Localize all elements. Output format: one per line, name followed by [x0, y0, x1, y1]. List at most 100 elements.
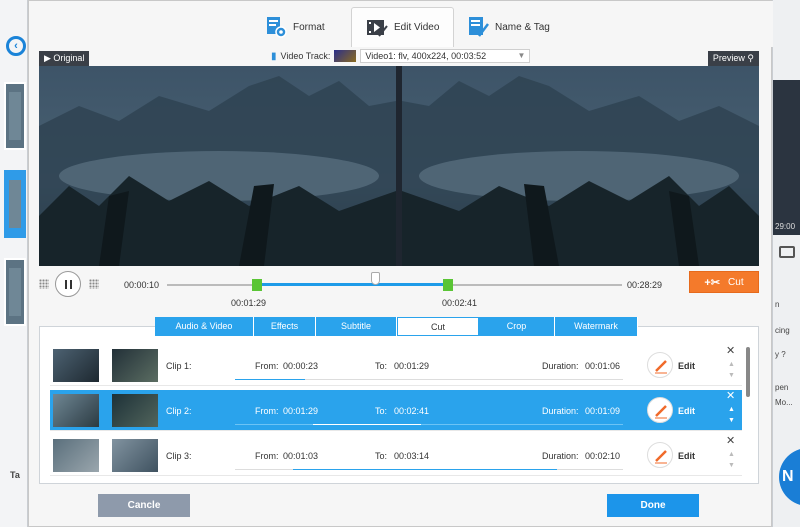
tab-format[interactable]: Format: [251, 7, 339, 47]
clip-progress-fill: [293, 469, 558, 470]
clip-edit-button[interactable]: [647, 397, 673, 423]
clip-list-scrollbar[interactable]: [746, 347, 750, 397]
clip-to-value: 00:01:29: [394, 361, 430, 371]
tab-format-label: Format: [293, 21, 325, 33]
tab-watermark[interactable]: Watermark: [555, 317, 638, 336]
clip-remove-icon[interactable]: ✕: [726, 434, 735, 447]
tab-cut[interactable]: Cut: [397, 317, 479, 336]
clip-edit-label[interactable]: Edit: [678, 451, 695, 461]
done-button[interactable]: Done: [607, 494, 699, 517]
clip-duration-label: Duration:: [542, 451, 579, 461]
original-video-frame: [39, 66, 396, 266]
clip-row-2[interactable]: Clip 2: From: 00:01:29 To: 00:02:41 Dura…: [50, 390, 742, 431]
background-text: y ?: [775, 350, 786, 359]
background-sidebar: ‹ Ta: [0, 0, 28, 527]
clip-progress-fill: [312, 424, 422, 425]
playhead[interactable]: [371, 272, 380, 285]
original-label: Original: [53, 53, 85, 63]
clip-thumbnail-end: [112, 439, 158, 472]
end-marker-time: 00:02:41: [442, 298, 478, 308]
chevron-down-icon: ▼: [517, 51, 526, 60]
clip-to-value: 00:03:14: [394, 451, 430, 461]
tab-crop[interactable]: Crop: [479, 317, 555, 336]
clip-duration-value: 00:02:10: [585, 451, 621, 461]
move-up-icon[interactable]: ▲: [728, 406, 735, 413]
clip-edit-button[interactable]: [647, 442, 673, 468]
clip-row-3[interactable]: Clip 3: From: 00:01:03 To: 00:03:14 Dura…: [50, 435, 742, 476]
background-video: [773, 80, 800, 235]
clip-list: Clip 1: From: 00:00:23 To: 00:01:29 Dura…: [39, 326, 759, 484]
move-up-icon[interactable]: ▲: [728, 451, 735, 458]
preview-video-pane: [402, 66, 759, 266]
background-thumbnail[interactable]: [4, 258, 26, 326]
clip-from-label: From:: [255, 361, 279, 371]
pause-icon: [65, 280, 67, 289]
background-text: pen: [775, 383, 789, 392]
background-convert-button[interactable]: N: [779, 448, 800, 506]
clip-to-label: To:: [375, 406, 388, 416]
background-text: Mo...: [775, 398, 793, 407]
background-right-panel: 29:00 n cing y ? pen Mo... N: [772, 0, 800, 527]
end-handle[interactable]: [443, 279, 453, 291]
grip-icon: [39, 279, 49, 289]
clip-edit-button[interactable]: [647, 352, 673, 378]
video-track-label: Video Track:: [280, 51, 331, 61]
pencil-icon: [655, 360, 667, 374]
move-down-icon[interactable]: ▼: [728, 372, 735, 379]
clip-name: Clip 1:: [166, 361, 192, 371]
background-thumbnail[interactable]: [4, 82, 26, 150]
clip-row-1[interactable]: Clip 1: From: 00:00:23 To: 00:01:29 Dura…: [50, 345, 742, 386]
current-time: 00:00:10: [124, 280, 160, 290]
pencil-icon: [655, 450, 667, 464]
tab-subtitle[interactable]: Subtitle: [316, 317, 397, 336]
original-badge: ▶ Original: [39, 51, 90, 66]
move-down-icon[interactable]: ▼: [728, 417, 735, 424]
clip-to-label: To:: [375, 451, 388, 461]
move-up-icon[interactable]: ▲: [728, 361, 735, 368]
clip-from-label: From:: [255, 451, 279, 461]
clip-progress: [235, 379, 623, 380]
back-icon[interactable]: ‹: [6, 36, 26, 56]
clip-name: Clip 3:: [166, 451, 192, 461]
clip-remove-icon[interactable]: ✕: [726, 389, 735, 402]
background-tag-text: Ta: [10, 470, 20, 480]
plus-scissors-icon: +✂: [704, 276, 721, 289]
cut-button[interactable]: +✂ Cut: [689, 271, 759, 293]
edit-video-icon: [366, 17, 388, 39]
clip-duration-value: 00:01:09: [585, 406, 621, 416]
pause-button[interactable]: [55, 271, 81, 297]
start-handle[interactable]: [252, 279, 262, 291]
trash-icon[interactable]: ▮: [271, 51, 277, 62]
video-preview: ▶ Original ▮ Video Track: Video1: flv, 4…: [39, 48, 759, 266]
dialog-tabs: Format Edit Video Name & Tag: [29, 1, 773, 47]
tab-name-tag[interactable]: Name & Tag: [453, 7, 564, 47]
video-track-value: Video1: flv, 400x224, 00:03:52: [365, 51, 487, 61]
clip-thumbnail-end: [112, 349, 158, 382]
clip-progress: [235, 424, 623, 425]
background-time: 29:00: [775, 222, 796, 231]
clip-from-value: 00:01:29: [283, 406, 319, 416]
folder-icon[interactable]: [779, 246, 795, 258]
clip-list-inner: Clip 1: From: 00:00:23 To: 00:01:29 Dura…: [50, 345, 750, 477]
tab-edit-video[interactable]: Edit Video: [351, 7, 455, 47]
clip-to-label: To:: [375, 361, 388, 371]
move-down-icon[interactable]: ▼: [728, 462, 735, 469]
clip-remove-icon[interactable]: ✕: [726, 344, 735, 357]
video-track-select[interactable]: Video1: flv, 400x224, 00:03:52 ▼: [360, 49, 531, 63]
tab-effects[interactable]: Effects: [254, 317, 316, 336]
clip-edit-label[interactable]: Edit: [678, 361, 695, 371]
video-track: ▮ Video Track: Video1: flv, 400x224, 00:…: [271, 49, 531, 63]
tab-audio-video[interactable]: Audio & Video: [155, 317, 254, 336]
timeline-selection: [257, 283, 447, 286]
original-video-pane: [39, 66, 396, 266]
track-thumbnail: [334, 50, 357, 62]
edit-tabs: Audio & Video Effects Subtitle Cut Crop …: [155, 317, 638, 336]
cancel-button[interactable]: Cancle: [98, 494, 190, 517]
background-thumbnail-selected[interactable]: [4, 170, 26, 238]
clip-from-value: 00:01:03: [283, 451, 319, 461]
start-marker-time: 00:01:29: [231, 298, 267, 308]
clip-thumbnail-end: [112, 394, 158, 427]
pause-icon: [70, 280, 72, 289]
background-text: n: [775, 300, 780, 309]
clip-edit-label[interactable]: Edit: [678, 406, 695, 416]
